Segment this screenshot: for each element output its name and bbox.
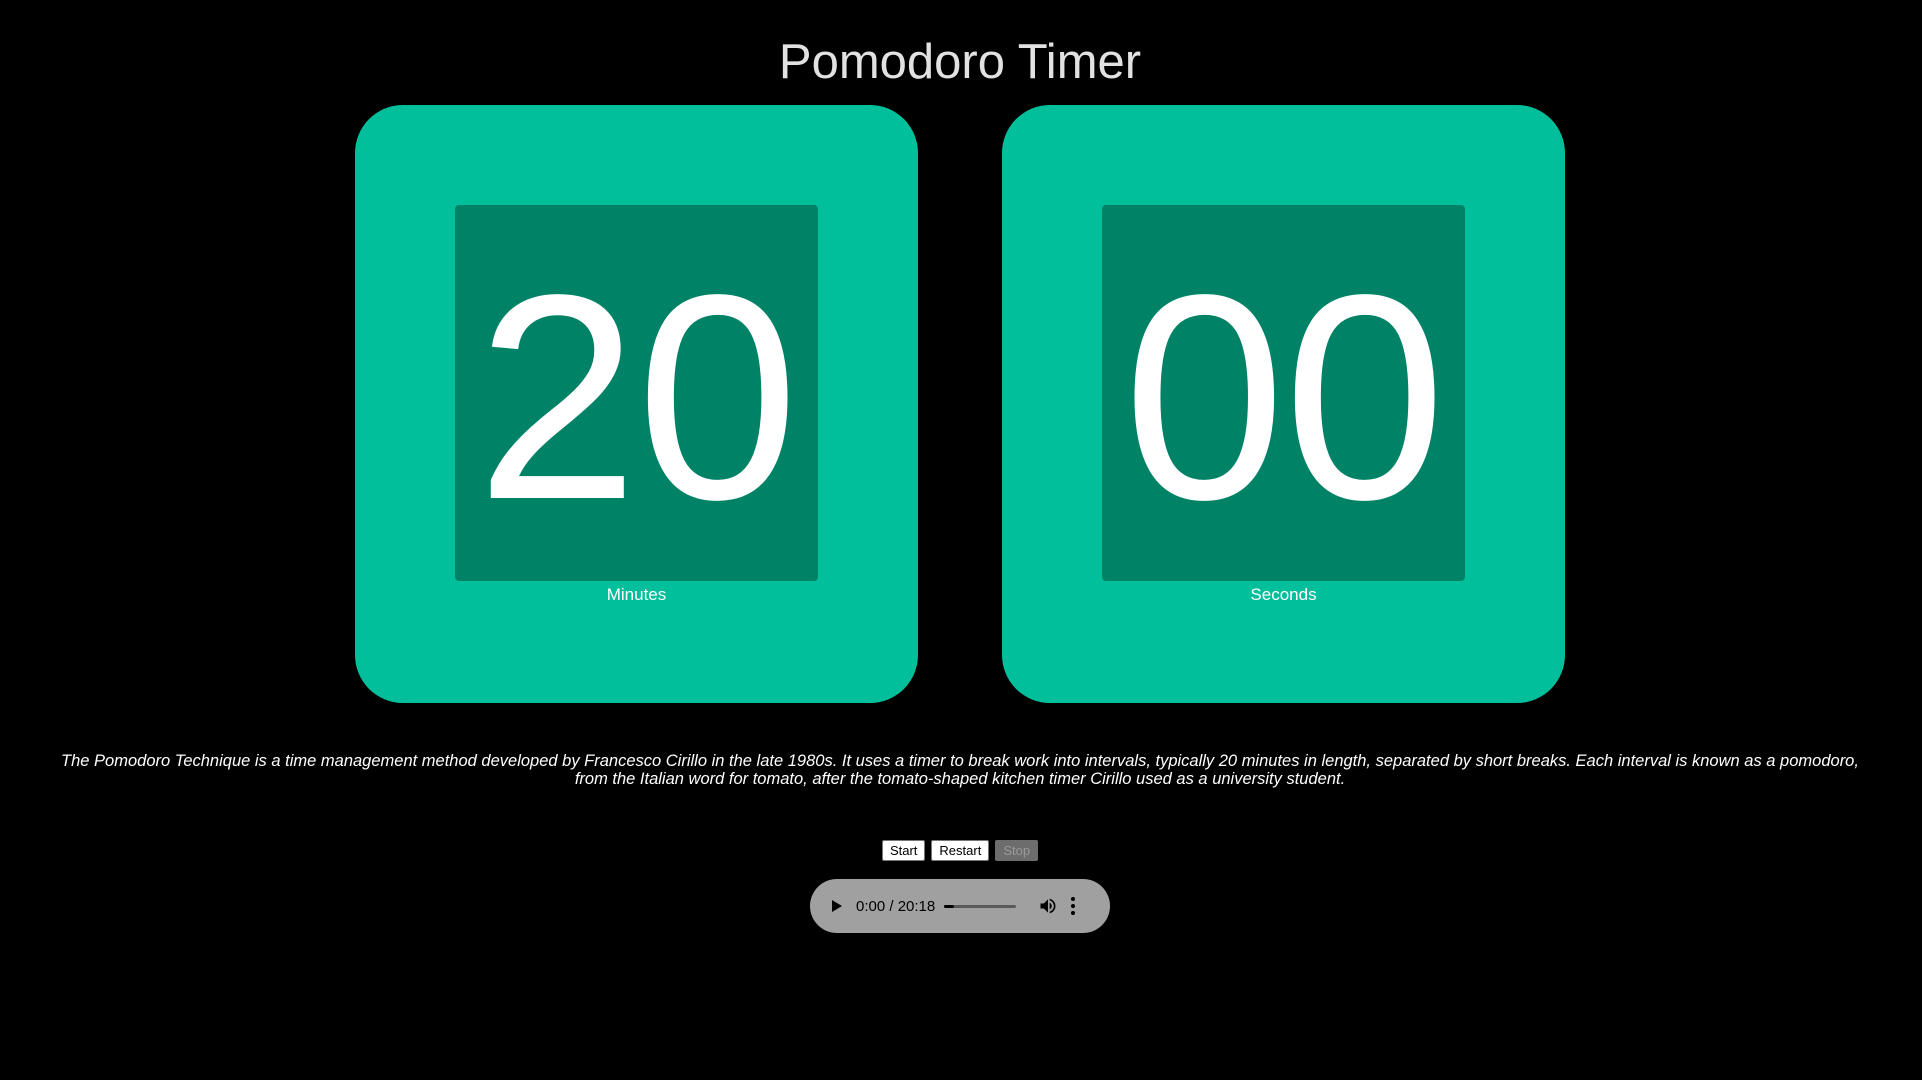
more-options-icon[interactable] (1070, 897, 1076, 915)
start-button[interactable]: Start (881, 840, 926, 861)
minutes-card: 20 Minutes (355, 105, 918, 703)
seconds-display: 00 (1102, 205, 1465, 581)
seconds-card: 00 Seconds (1002, 105, 1565, 703)
audio-player: 0:00 / 20:18 (810, 879, 1110, 933)
audio-buffered-bar (944, 904, 955, 908)
pomodoro-description: The Pomodoro Technique is a time managem… (61, 752, 1859, 788)
page-title: Pomodoro Timer (778, 35, 1142, 89)
seconds-label: Seconds (1250, 585, 1317, 604)
volume-icon[interactable] (1038, 896, 1058, 916)
play-icon[interactable] (832, 900, 842, 912)
seconds-value: 00 (1123, 234, 1446, 560)
audio-time: 0:00 / 20:18 (856, 897, 936, 915)
page: Pomodoro Timer 20 Minutes 00 Seconds The… (0, 0, 1922, 1080)
minutes-label: Minutes (606, 585, 667, 604)
stop-button[interactable]: Stop (995, 840, 1039, 861)
minutes-value: 20 (476, 234, 799, 560)
restart-button[interactable]: Restart (931, 840, 990, 861)
timer-controls: Start Restart Stop (0, 840, 1920, 861)
audio-seek-slider[interactable] (944, 904, 1016, 908)
minutes-display: 20 (455, 205, 818, 581)
